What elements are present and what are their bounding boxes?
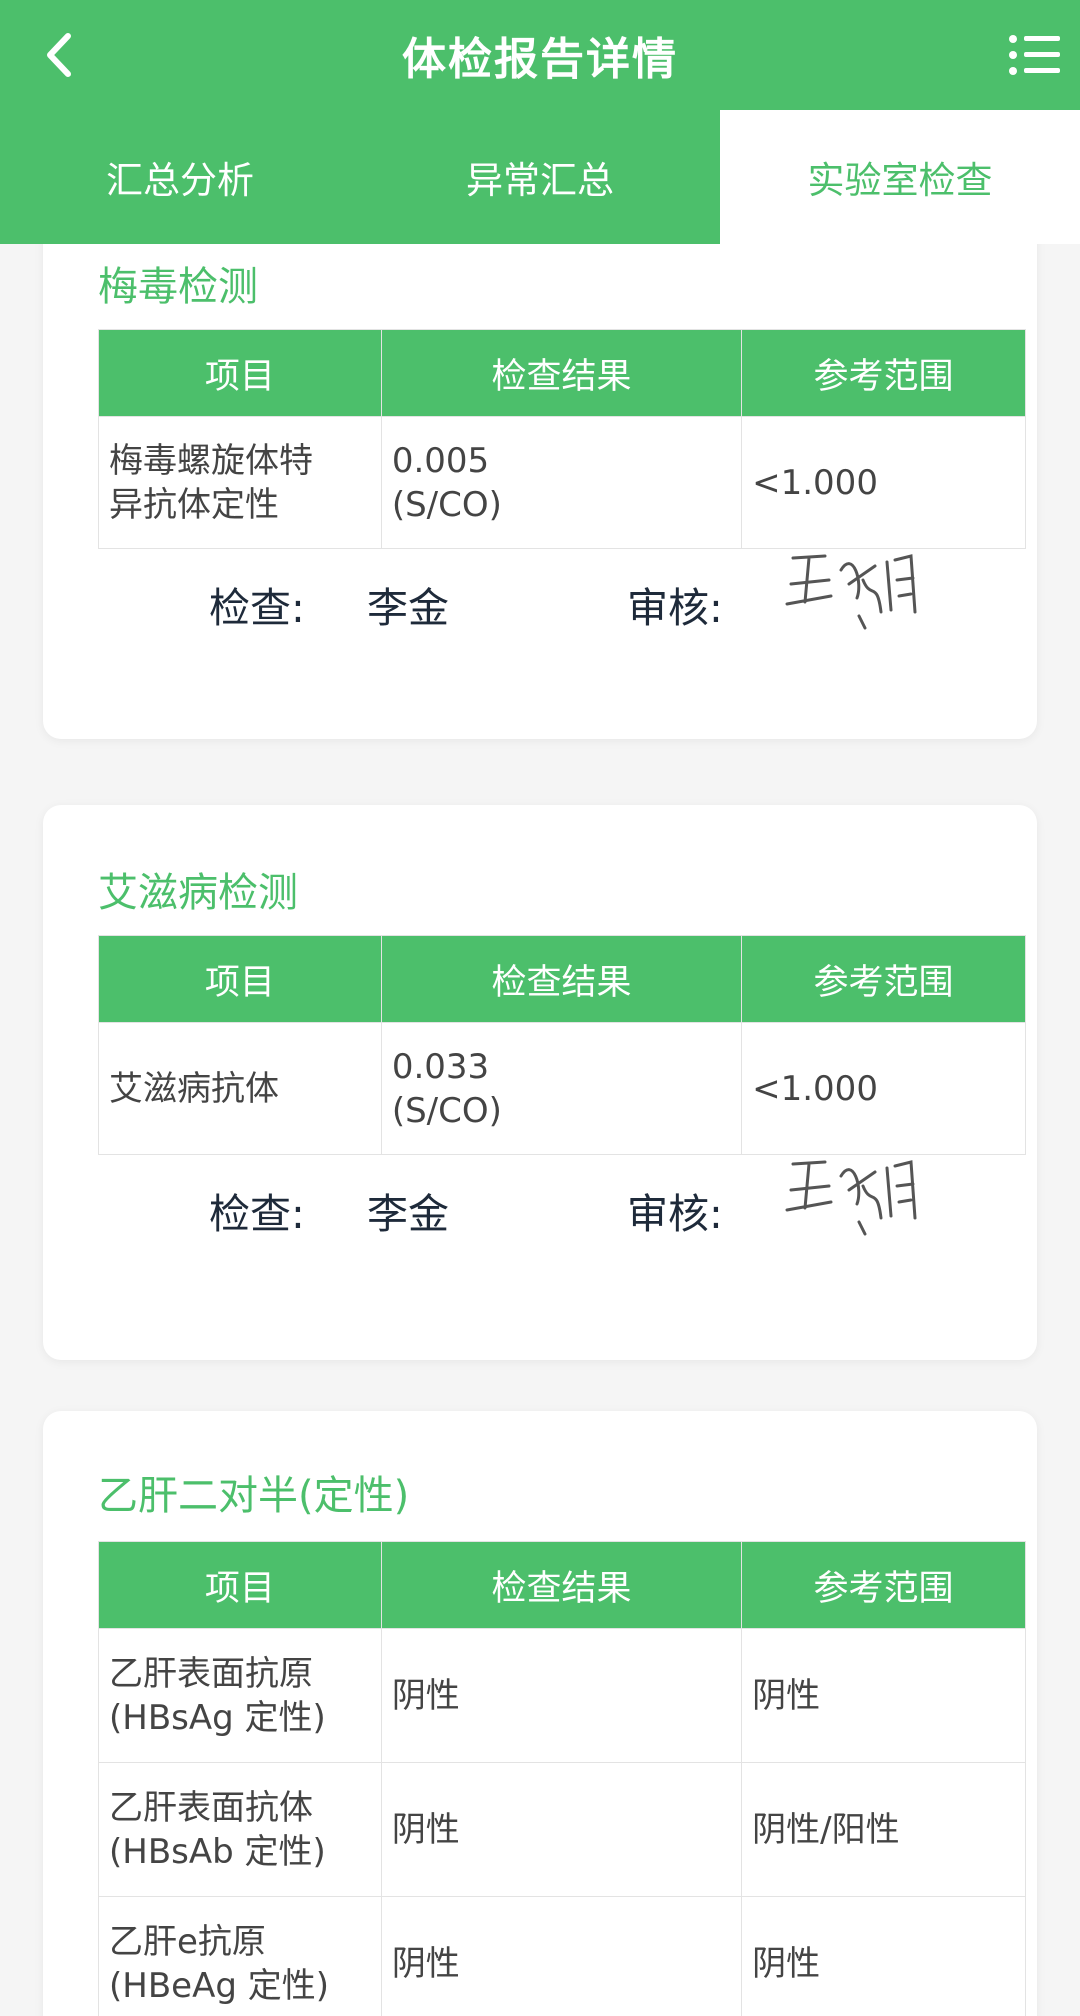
back-button[interactable] [26, 22, 92, 88]
reviewer-signature-image [785, 1160, 917, 1236]
range-cell: 阴性/阳性 [741, 1762, 1026, 1897]
tab-lab-tests[interactable]: 实验室检查 [720, 110, 1080, 244]
page-title: 体检报告详情 [402, 34, 678, 85]
table-header-row: 项目 检查结果 参考范围 [98, 935, 1026, 1023]
section-title: 艾滋病检测 [98, 870, 298, 916]
signoff-row: 检查: 李金 审核: [43, 1160, 1037, 1240]
result-cell: 0.005 (S/CO) [380, 416, 743, 549]
table-row: 乙肝e抗原 (HBeAg 定性) 阴性 阴性 [98, 1896, 1026, 2016]
range-cell: 阴性 [741, 1896, 1026, 2016]
column-header-result: 检查结果 [380, 1541, 743, 1629]
column-header-result: 检查结果 [380, 935, 743, 1023]
result-cell: 阴性 [380, 1628, 743, 1763]
table-row: 梅毒螺旋体特 异抗体定性 0.005 (S/CO) <1.000 [98, 416, 1026, 549]
column-header-item: 项目 [98, 1541, 382, 1629]
review-label: 审核: [627, 584, 723, 632]
item-cell: 乙肝e抗原 (HBeAg 定性) [98, 1896, 382, 2016]
table-row: 乙肝表面抗体 (HBsAb 定性) 阴性 阴性/阳性 [98, 1762, 1026, 1897]
hepatitis-b-card: 乙肝二对半(定性) 项目 检查结果 参考范围 乙肝表面抗原 (HBsAg 定性) … [43, 1411, 1037, 2016]
range-cell: 阴性 [741, 1628, 1026, 1763]
results-table: 项目 检查结果 参考范围 艾滋病抗体 0.033 (S/CO) <1.000 [98, 935, 1026, 1155]
back-arrow-icon [47, 33, 71, 77]
table-header-row: 项目 检查结果 参考范围 [98, 329, 1026, 417]
report-content[interactable]: 梅毒检测 项目 检查结果 参考范围 梅毒螺旋体特 异抗体定性 0.005 (S/CO… [0, 244, 1080, 2016]
item-cell: 乙肝表面抗体 (HBsAb 定性) [98, 1762, 382, 1897]
tab-summary-analysis[interactable]: 汇总分析 [0, 110, 360, 244]
item-cell: 乙肝表面抗原 (HBsAg 定性) [98, 1628, 382, 1763]
column-header-result: 检查结果 [380, 329, 743, 417]
check-label: 检查: [209, 1190, 305, 1238]
top-bar: 体检报告详情 [0, 0, 1080, 110]
tab-bar: 汇总分析 异常汇总 实验室检查 [0, 110, 1080, 244]
section-title: 乙肝二对半(定性) [98, 1473, 410, 1519]
review-label: 审核: [627, 1190, 723, 1238]
table-row: 乙肝表面抗原 (HBsAg 定性) 阴性 阴性 [98, 1628, 1026, 1763]
syphilis-card: 梅毒检测 项目 检查结果 参考范围 梅毒螺旋体特 异抗体定性 0.005 (S/CO… [43, 244, 1037, 739]
results-table: 项目 检查结果 参考范围 乙肝表面抗原 (HBsAg 定性) 阴性 阴性 乙肝表面… [98, 1541, 1026, 2016]
section-title: 梅毒检测 [98, 264, 258, 310]
item-cell: 梅毒螺旋体特 异抗体定性 [98, 416, 382, 549]
range-cell: <1.000 [741, 1022, 1026, 1155]
table-row: 艾滋病抗体 0.033 (S/CO) <1.000 [98, 1022, 1026, 1155]
tab-abnormal-summary[interactable]: 异常汇总 [360, 110, 720, 244]
list-menu-icon [1009, 35, 1060, 75]
check-label: 检查: [209, 584, 305, 632]
result-cell: 阴性 [380, 1896, 743, 2016]
reviewer-signature-image [785, 554, 917, 630]
results-table: 项目 检查结果 参考范围 梅毒螺旋体特 异抗体定性 0.005 (S/CO) <1.… [98, 329, 1026, 549]
range-cell: <1.000 [741, 416, 1026, 549]
table-header-row: 项目 检查结果 参考范围 [98, 1541, 1026, 1629]
column-header-range: 参考范围 [741, 935, 1026, 1023]
checker-name: 李金 [367, 1190, 449, 1238]
hiv-card: 艾滋病检测 项目 检查结果 参考范围 艾滋病抗体 0.033 (S/CO) <1.… [43, 805, 1037, 1360]
checker-name: 李金 [367, 584, 449, 632]
result-cell: 0.033 (S/CO) [380, 1022, 743, 1155]
menu-button[interactable] [1002, 22, 1068, 88]
item-cell: 艾滋病抗体 [98, 1022, 382, 1155]
signoff-row: 检查: 李金 审核: [43, 554, 1037, 634]
column-header-item: 项目 [98, 329, 382, 417]
column-header-range: 参考范围 [741, 329, 1026, 417]
column-header-range: 参考范围 [741, 1541, 1026, 1629]
result-cell: 阴性 [380, 1762, 743, 1897]
column-header-item: 项目 [98, 935, 382, 1023]
